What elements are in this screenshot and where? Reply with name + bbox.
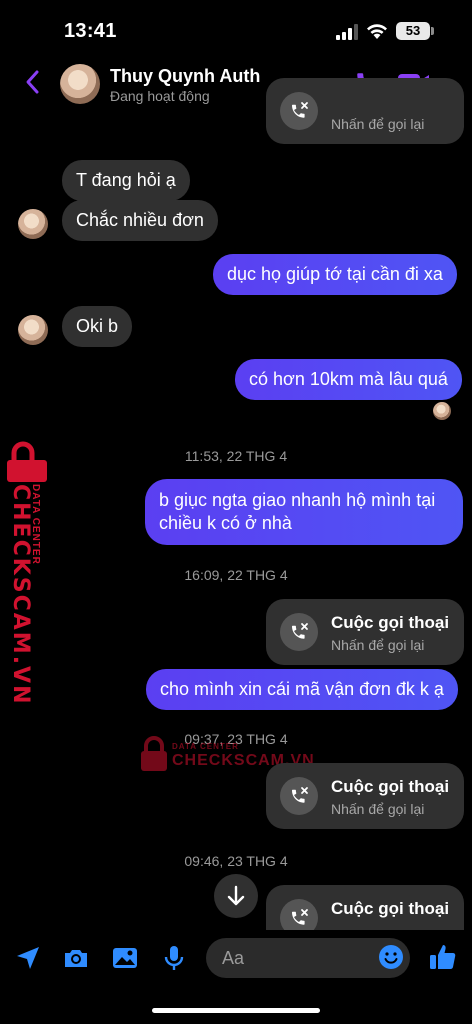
message-sent[interactable]: dục họ giúp tớ tại cần đi xa: [213, 254, 457, 295]
missed-call-icon: [280, 777, 318, 815]
camera-icon[interactable]: [62, 944, 90, 972]
message-composer: Aa: [0, 930, 472, 990]
contact-status: Đang hoạt động: [110, 88, 210, 104]
thumbs-up-icon[interactable]: [428, 942, 458, 972]
timestamp: 16:09, 22 THG 4: [184, 567, 288, 583]
lock-icon: [141, 736, 167, 771]
call-subtitle: Nhấn để gọi lại: [331, 116, 425, 132]
status-bar: 13:41 53: [0, 0, 472, 60]
call-title: Cuộc gọi thoại: [331, 777, 450, 796]
battery-cap: [431, 27, 434, 35]
message-sent[interactable]: có hơn 10km mà lâu quá: [235, 359, 462, 400]
status-time: 13:41: [64, 20, 117, 42]
timestamp: 11:53, 22 THG 4: [184, 448, 288, 464]
call-title: Cuộc gọi thoại: [331, 613, 450, 632]
scroll-to-bottom-button[interactable]: [214, 874, 258, 918]
message-line: b giục ngta giao nhanh hộ mình tại: [159, 490, 436, 510]
missed-call-card[interactable]: Nhấn để gọi lại: [266, 78, 464, 144]
contact-avatar[interactable]: [60, 64, 100, 104]
arrow-down-icon: [227, 885, 245, 906]
wifi-icon: [367, 24, 387, 39]
missed-call-icon: [280, 92, 318, 130]
watermark-subtitle: DATA CENTER: [172, 742, 239, 751]
contact-name[interactable]: Thuy Quynh Auth: [110, 66, 260, 87]
missed-call-icon: [280, 613, 318, 651]
message-sent[interactable]: b giục ngta giao nhanh hộ mình tại chiều…: [145, 479, 463, 545]
message-sent[interactable]: cho mình xin cái mã vận đơn đk k ạ: [146, 669, 458, 710]
message-received[interactable]: Oki b: [62, 306, 133, 347]
missed-call-card[interactable]: Cuộc gọi thoại: [266, 885, 464, 930]
missed-call-icon: [280, 899, 318, 930]
microphone-icon[interactable]: [160, 944, 188, 972]
image-icon[interactable]: [111, 944, 139, 972]
battery-indicator: 53: [396, 22, 430, 40]
location-arrow-icon[interactable]: [14, 944, 42, 972]
emoji-icon[interactable]: [378, 944, 404, 970]
home-indicator: [152, 1008, 320, 1013]
call-title: Cuộc gọi thoại: [331, 899, 450, 918]
sender-avatar[interactable]: [18, 209, 48, 239]
message-received[interactable]: Chắc nhiều đơn: [62, 200, 218, 241]
sender-avatar[interactable]: [18, 315, 48, 345]
call-subtitle: Nhấn để gọi lại: [331, 801, 425, 817]
cellular-signal-icon: [336, 24, 358, 40]
watermark-subtitle: DATA CENTER: [30, 484, 41, 565]
missed-call-card[interactable]: Cuộc gọi thoại Nhấn để gọi lại: [266, 599, 464, 665]
call-subtitle: Nhấn để gọi lại: [331, 637, 425, 653]
missed-call-card[interactable]: Cuộc gọi thoại Nhấn để gọi lại: [266, 763, 464, 829]
back-arrow-icon[interactable]: [22, 68, 42, 96]
timestamp: 09:46, 23 THG 4: [184, 853, 288, 869]
read-receipt-avatar: [433, 402, 451, 420]
message-line: chiều k có ở nhà: [159, 513, 292, 533]
message-received[interactable]: T đang hỏi ạ: [62, 160, 190, 201]
